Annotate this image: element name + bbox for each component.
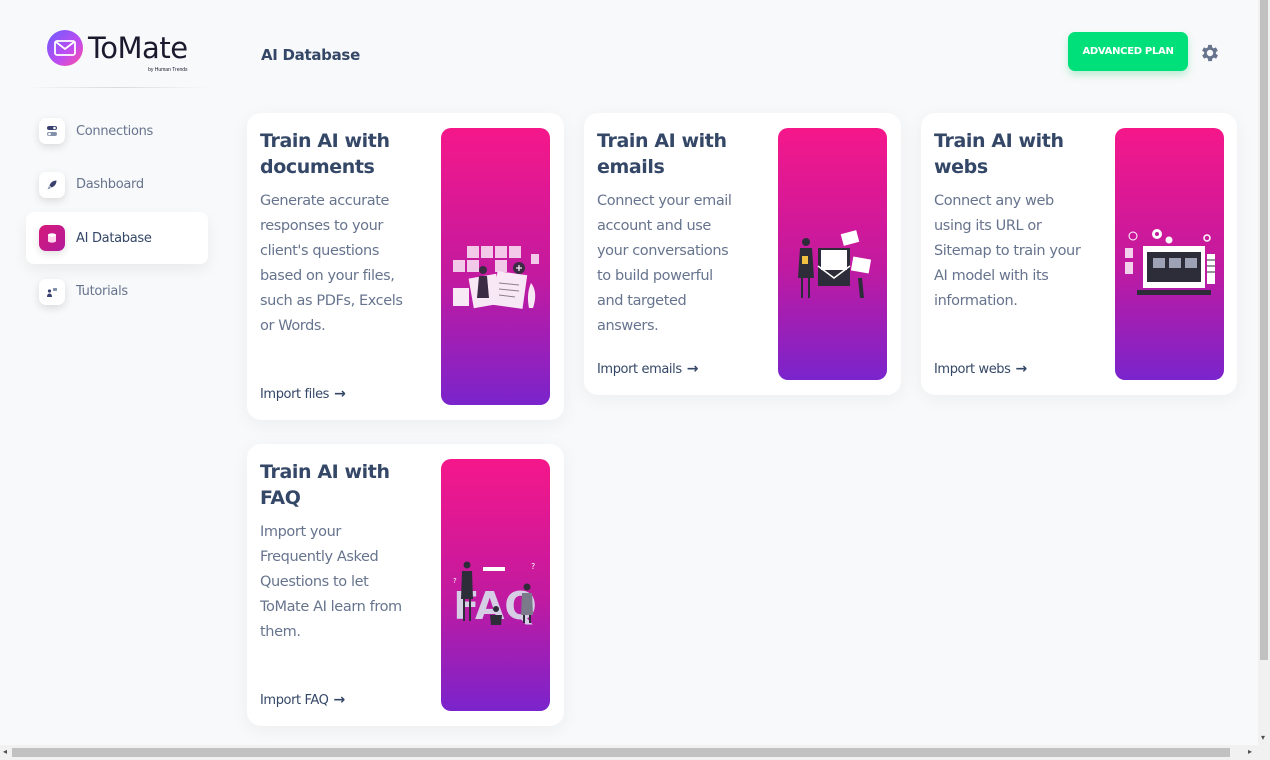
advanced-plan-button[interactable]: ADVANCED PLAN: [1068, 32, 1188, 71]
emails-illustration: [778, 128, 887, 380]
link-label: Import webs: [934, 361, 1011, 377]
arrow-right-icon: →: [686, 361, 699, 377]
sidebar-item-ai-database[interactable]: AI Database: [26, 212, 208, 264]
scroll-down-arrow-icon[interactable]: ▾: [1261, 733, 1265, 742]
link-label: Import emails: [597, 361, 682, 377]
gear-icon[interactable]: [1199, 42, 1221, 64]
svg-text:?: ?: [453, 577, 457, 585]
documents-illustration: [441, 128, 550, 405]
sidebar: ToMate by Human Trends Connections Dashb…: [0, 0, 220, 745]
scroll-right-arrow-icon[interactable]: ▸: [1248, 747, 1252, 756]
logo-text: ToMate: [88, 31, 188, 65]
sidebar-item-label: Dashboard: [76, 177, 144, 192]
webs-illustration: [1115, 128, 1224, 380]
database-icon: [39, 225, 65, 251]
arrow-right-icon: →: [333, 692, 345, 708]
vertical-scrollbar[interactable]: ▾: [1258, 0, 1270, 745]
vertical-scrollbar-thumb[interactable]: [1260, 0, 1268, 660]
card-title: Train AI with documents: [260, 130, 390, 178]
teacher-icon: [39, 278, 65, 305]
card-emails: Train AI with emails Connect your email …: [584, 113, 901, 395]
sidebar-nav: Connections Dashboard AI Database Tutori…: [26, 105, 208, 319]
card-description: Generate accurate responses to your clie…: [260, 193, 403, 334]
toggle-icon: [39, 118, 65, 144]
sidebar-item-label: Connections: [76, 123, 154, 139]
sidebar-item-connections[interactable]: Connections: [26, 105, 208, 157]
sidebar-item-dashboard[interactable]: Dashboard: [26, 159, 208, 211]
faq-illustration: FAQ ? ?: [441, 459, 550, 711]
sidebar-item-tutorials[interactable]: Tutorials: [26, 266, 208, 318]
link-label: Import FAQ: [260, 692, 329, 708]
arrow-right-icon: →: [1015, 361, 1028, 377]
logo-subtitle: by Human Trends: [148, 67, 188, 73]
card-documents: Train AI with documents Generate accurat…: [247, 113, 564, 420]
scroll-left-arrow-icon[interactable]: ◂: [3, 747, 7, 756]
envelope-logo-icon: [47, 30, 83, 66]
import-emails-link[interactable]: Import emails →: [597, 361, 698, 377]
card-description: Import your Frequently Asked Questions t…: [260, 524, 402, 640]
link-label: Import files: [260, 386, 330, 402]
app-logo[interactable]: ToMate by Human Trends: [47, 30, 188, 73]
svg-text:?: ?: [531, 562, 535, 571]
horizontal-scrollbar[interactable]: ◂ ▸: [0, 745, 1270, 760]
horizontal-scrollbar-thumb[interactable]: [12, 748, 1230, 757]
import-webs-link[interactable]: Import webs →: [934, 361, 1027, 377]
sidebar-divider: [24, 87, 210, 88]
sidebar-item-label: Tutorials: [76, 284, 128, 299]
arrow-right-icon: →: [334, 386, 346, 402]
card-title: Train AI with FAQ: [260, 461, 390, 509]
card-description: Connect your email account and use your …: [597, 193, 732, 334]
card-title: Train AI with emails: [597, 130, 727, 178]
card-description: Connect any web using its URL or Sitemap…: [934, 193, 1081, 309]
import-faq-link[interactable]: Import FAQ →: [260, 692, 345, 708]
page-title: AI Database: [261, 46, 360, 64]
import-files-link[interactable]: Import files →: [260, 386, 346, 402]
rocket-icon: [39, 171, 65, 198]
card-title: Train AI with webs: [934, 130, 1064, 178]
sidebar-item-label: AI Database: [76, 230, 152, 246]
card-webs: Train AI with webs Connect any web using…: [921, 113, 1237, 395]
card-faq: Train AI with FAQ Import your Frequently…: [247, 444, 564, 726]
